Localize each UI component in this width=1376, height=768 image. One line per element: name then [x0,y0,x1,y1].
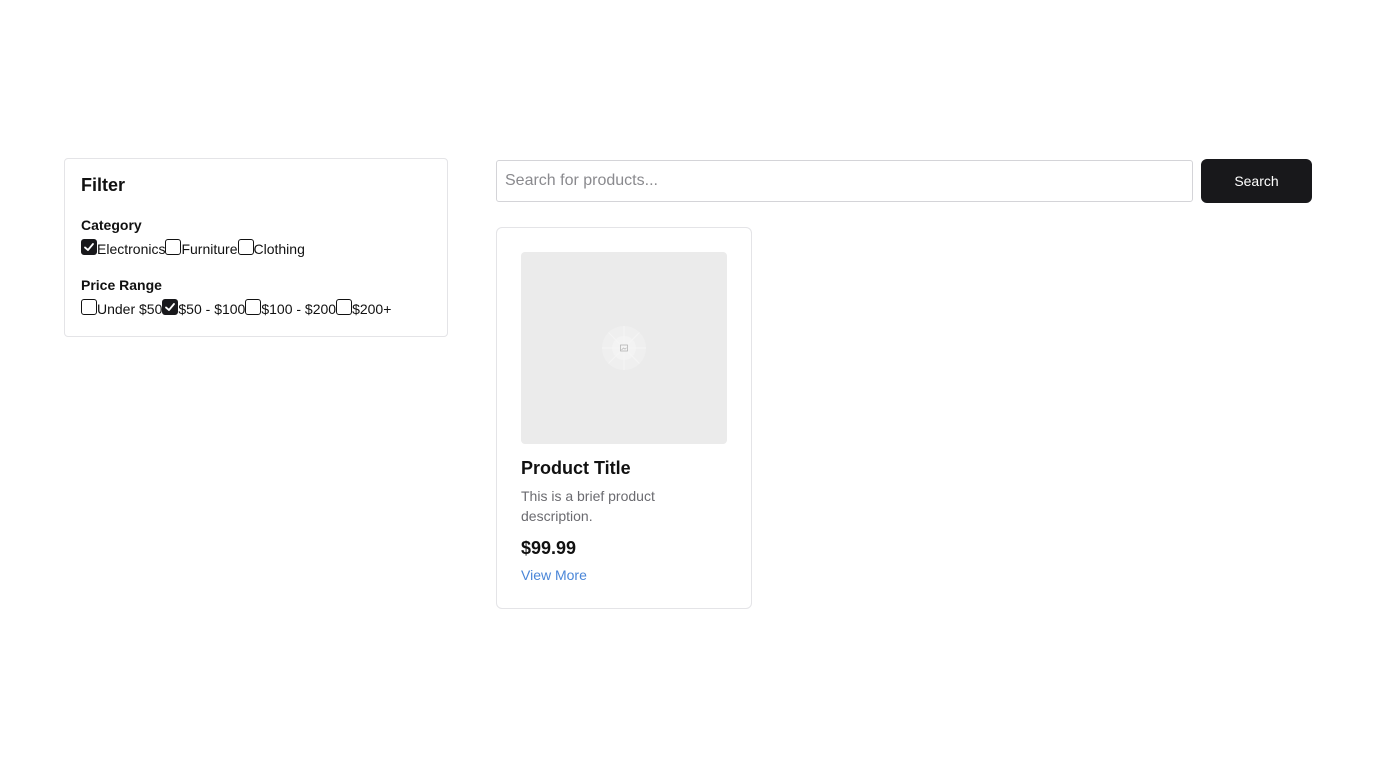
product-title: Product Title [521,458,631,478]
product-price: $99.99 [521,538,577,558]
checkbox-label-200-plus: $200+ [352,301,392,317]
checkbox-label-clothing: Clothing [253,241,305,257]
category-option-furniture[interactable]: Furniture [165,239,238,259]
price-option-50-100[interactable]: $50 - $100 [162,299,245,319]
checkbox-label-100-200: $100 - $200 [261,301,337,317]
checkbox-label-under-50: Under $50 [97,301,163,317]
checkbox-label-electronics: Electronics [97,241,166,257]
category-option-electronics[interactable]: Electronics [81,239,165,259]
checkbox-clothing[interactable] [237,239,254,255]
checkbox-label-50-100: $50 - $100 [178,301,246,317]
search-input[interactable] [496,160,1193,202]
checkbox-label-furniture: Furniture [181,241,238,257]
checkbox-electronics[interactable] [81,239,97,255]
view-more-link[interactable]: View More [521,566,587,584]
category-options: Electronics Furniture Clothing [81,239,431,259]
checkbox-100-200[interactable] [245,299,262,315]
price-range-section-title: Price Range [81,277,162,293]
product-image [521,252,727,444]
search-button[interactable]: Search [1201,159,1312,203]
checkbox-50-100[interactable] [162,299,179,315]
filter-panel: Filter Category Electronics Furniture Cl… [64,158,448,337]
category-section-title: Category [81,217,142,233]
price-option-under-50[interactable]: Under $50 [81,299,162,319]
category-option-clothing[interactable]: Clothing [237,239,305,259]
price-range-options: Under $50 $50 - $100 $100 - $200 $200+ [81,299,431,319]
checkbox-200-plus[interactable] [336,299,353,315]
filter-title: Filter [81,175,126,195]
product-card: Product Title This is a brief product de… [496,227,752,609]
product-description: This is a brief product description. [521,488,655,524]
price-option-200-plus[interactable]: $200+ [336,299,391,319]
image-placeholder-icon [602,326,646,370]
checkbox-furniture[interactable] [165,239,182,255]
price-option-100-200[interactable]: $100 - $200 [245,299,336,319]
checkbox-under-50[interactable] [81,299,97,315]
